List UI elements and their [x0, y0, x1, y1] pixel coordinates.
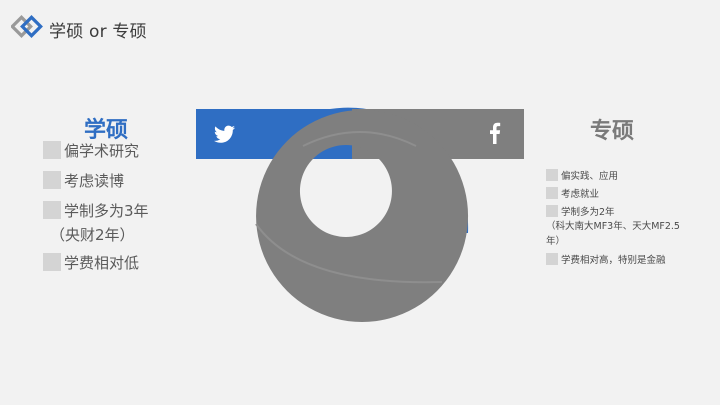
list-item-text: 考虑读博: [64, 171, 125, 190]
checkbox-square-icon: [546, 169, 558, 181]
list-item-text: 学费相对高，特别是金融: [561, 255, 666, 266]
list-item: 学费相对低: [43, 252, 193, 272]
checkbox-square-icon: [43, 201, 61, 219]
professional-degree-list: 偏实践、应用 考虑就业 学制多为2年 （科大南大MF3年、天大MF2.5年） 学…: [546, 168, 696, 270]
checkbox-square-icon: [546, 187, 558, 199]
list-item-text: 考虑就业: [561, 189, 600, 200]
checkbox-square-icon: [43, 141, 61, 159]
list-item-text: 偏学术研究: [64, 141, 140, 160]
checkbox-square-icon: [546, 205, 558, 217]
list-item: 学制多为2年: [546, 204, 696, 218]
list-item: 偏学术研究: [43, 140, 193, 160]
list-item-text: 学制多为3年: [64, 201, 149, 220]
list-item-note: （央财2年）: [50, 226, 135, 244]
slide: 学硕 or 专硕 学硕 偏学术研究 考虑读博 学制多为3年 （央财2年） 学费相…: [0, 0, 720, 405]
list-item-text: 偏实践、应用: [561, 171, 619, 182]
gray-ring: [256, 110, 469, 322]
list-item: 考虑就业: [546, 186, 696, 200]
list-item-text: 学费相对低: [64, 253, 140, 272]
professional-degree-title: 专硕: [590, 119, 635, 144]
checkbox-square-icon: [43, 253, 61, 271]
checkbox-square-icon: [43, 171, 61, 189]
list-item: 偏实践、应用: [546, 168, 696, 182]
list-item-note: （科大南大MF3年、天大MF2.5年）: [546, 221, 680, 247]
list-item: 学制多为3年: [43, 200, 193, 220]
list-item: 学费相对高，特别是金融: [546, 252, 696, 266]
list-item-text: 学制多为2年: [561, 207, 615, 218]
list-item: 考虑读博: [43, 170, 193, 190]
checkbox-square-icon: [546, 253, 558, 265]
academic-degree-list: 偏学术研究 考虑读博 学制多为3年 （央财2年） 学费相对低: [43, 140, 193, 282]
